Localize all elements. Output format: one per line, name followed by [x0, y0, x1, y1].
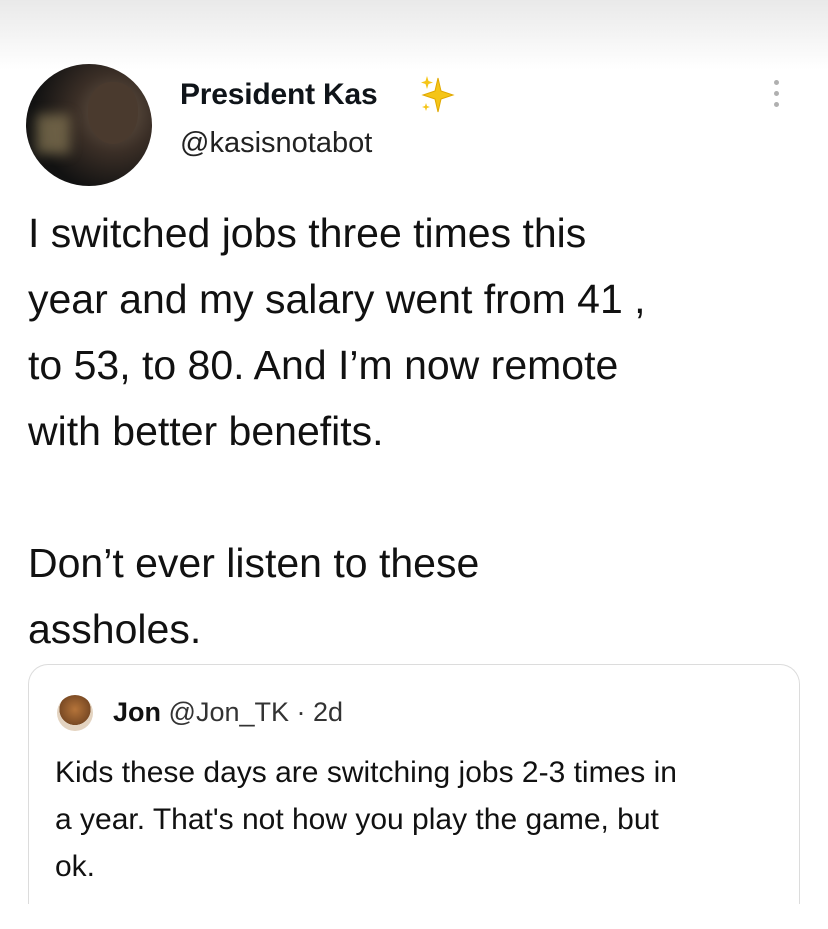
- author-display-name[interactable]: President Kas: [180, 78, 378, 112]
- quoted-tweet-header: Jon @Jon_TK · 2d: [113, 697, 343, 728]
- quoted-author-handle[interactable]: @Jon_TK: [169, 697, 289, 727]
- quoted-tweet-time[interactable]: 2d: [313, 697, 343, 727]
- tweet-text: I switched jobs three times this year an…: [28, 210, 646, 652]
- top-fade: [0, 0, 828, 70]
- author-handle[interactable]: @kasisnotabot: [180, 127, 372, 160]
- header-separator: ·: [296, 697, 306, 727]
- sparkle-icon: [421, 76, 455, 113]
- quoted-author-name[interactable]: Jon: [113, 697, 161, 727]
- quoted-tweet-text: Kids these days are switching jobs 2-3 t…: [55, 756, 677, 883]
- quoted-author-avatar[interactable]: [57, 695, 93, 731]
- more-vertical-icon[interactable]: [764, 80, 788, 112]
- quoted-tweet-card[interactable]: Jon @Jon_TK · 2d Kids these days are swi…: [28, 664, 800, 904]
- author-avatar[interactable]: [26, 64, 152, 186]
